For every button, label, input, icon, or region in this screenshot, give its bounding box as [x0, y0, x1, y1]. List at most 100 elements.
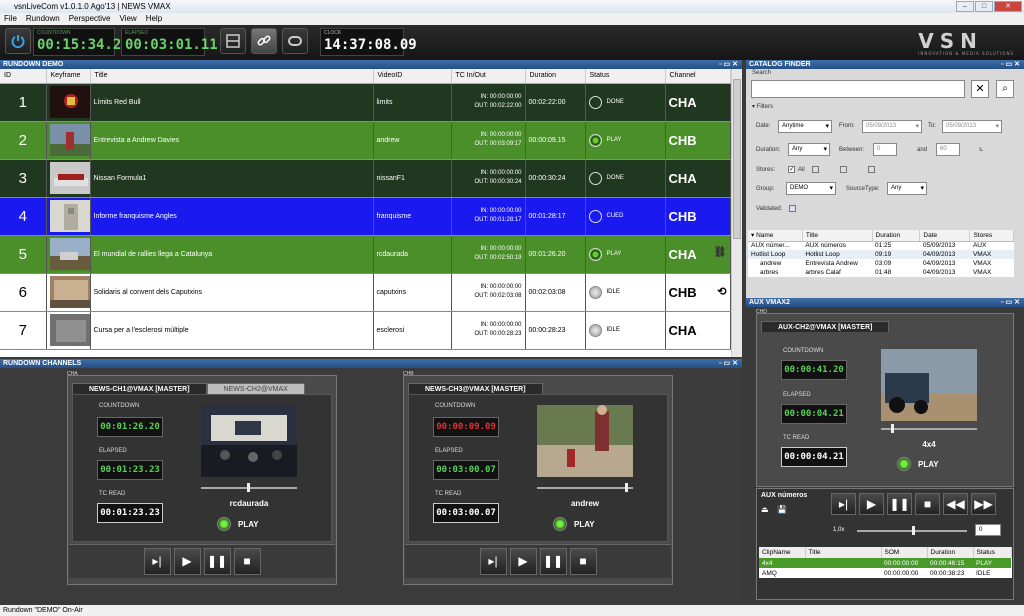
store-checkbox[interactable]	[840, 166, 847, 173]
between-from-input[interactable]: 0	[873, 143, 897, 156]
layout-button[interactable]	[220, 28, 246, 54]
list-item[interactable]: arbres arbres Calaf 01:48 04/09/2013 VMAX	[748, 268, 1014, 277]
menu-view[interactable]: View	[120, 13, 137, 25]
col-som[interactable]: SOM	[881, 547, 928, 558]
menu-rundown[interactable]: Rundown	[26, 13, 60, 25]
slider-handle[interactable]	[625, 483, 628, 492]
col-duration[interactable]: Duration	[872, 230, 921, 242]
store-checkbox[interactable]	[812, 166, 819, 173]
panel-controls[interactable]: ▫▭✕	[719, 60, 740, 69]
channels-header: RUNDOWN CHANNELS ▫▭✕	[0, 359, 742, 368]
search-button[interactable]: ⌕	[996, 80, 1014, 98]
stores-all-checkbox[interactable]: ✓	[788, 166, 795, 173]
save-icon[interactable]: 💾	[777, 505, 787, 514]
menu-perspective[interactable]: Perspective	[69, 13, 111, 25]
next-clip-button[interactable]: ▸|	[479, 548, 507, 575]
fast-forward-button[interactable]: ▶▶	[971, 493, 996, 515]
col-duration[interactable]: Duration	[927, 547, 974, 558]
rundown-scrollbar[interactable]	[731, 69, 742, 357]
col-status[interactable]: Status	[973, 547, 1012, 558]
table-row[interactable]: 5 El mundial de rallies llega a Cataluny…	[0, 235, 731, 274]
col-title[interactable]: Title	[802, 230, 873, 242]
between-to-input[interactable]: 60	[936, 143, 960, 156]
search-input[interactable]	[751, 80, 965, 98]
close-window-button[interactable]: ✕	[994, 1, 1022, 12]
col-title[interactable]: Title	[805, 547, 882, 558]
clear-search-button[interactable]: ✕	[971, 80, 989, 98]
play-button[interactable]: ▶	[859, 493, 884, 515]
position-slider[interactable]	[537, 483, 633, 492]
table-row[interactable]: 4x4 00:00:00:00 00:00:46:15 PLAY	[759, 558, 1011, 568]
table-row[interactable]: 7 Cursa per a l'esclerosi múltiple escle…	[0, 311, 731, 350]
list-item[interactable]: Hotlist Loop Hotlist Loop 09:19 04/09/2013 V…	[748, 250, 1014, 259]
position-slider[interactable]	[881, 424, 977, 433]
list-item[interactable]: andrew Entrevista Andrew 03:09 04/09/2013 VM…	[748, 259, 1014, 268]
group-select[interactable]: DEMO	[786, 182, 836, 195]
tab-news-ch1[interactable]: NEWS-CH1@VMAX [MASTER]	[72, 383, 207, 394]
col-tc[interactable]: TC In/Out	[451, 69, 526, 84]
stop-button[interactable]: ■	[233, 548, 261, 575]
power-button[interactable]	[5, 28, 31, 54]
tab-news-ch2[interactable]: NEWS-CH2@VMAX	[206, 383, 305, 394]
scrollbar-thumb[interactable]	[733, 79, 741, 239]
play-button[interactable]: ▶	[509, 548, 537, 575]
menu-file[interactable]: File	[4, 13, 17, 25]
store-checkbox[interactable]	[868, 166, 875, 173]
slider-handle[interactable]	[891, 424, 894, 433]
duration-select[interactable]: Any	[788, 143, 830, 156]
pause-button[interactable]: ❚❚	[539, 548, 567, 575]
table-row[interactable]: AMQ 00:00:00:00 00:00:38:23 IDLE	[759, 568, 1011, 578]
slider-handle[interactable]	[912, 526, 915, 535]
col-name[interactable]: ▾ Name	[748, 230, 803, 242]
clock-label: CLOCK	[324, 30, 342, 36]
col-date[interactable]: Date	[919, 230, 971, 242]
col-title[interactable]: Title	[90, 69, 374, 84]
link-button[interactable]	[251, 28, 277, 54]
row-status: IDLE	[585, 311, 666, 350]
position-slider[interactable]	[201, 483, 297, 492]
tab-news-ch3[interactable]: NEWS-CH3@VMAX [MASTER]	[408, 383, 543, 394]
stop-button[interactable]: ■	[569, 548, 597, 575]
maximize-button[interactable]: □	[975, 1, 993, 12]
table-row[interactable]: 3 Nissan Formula1 nissanF1 IN: 00:00:00:…	[0, 159, 731, 198]
speed-input[interactable]: 0	[975, 524, 1001, 536]
col-duration[interactable]: Duration	[525, 69, 586, 84]
slider-handle[interactable]	[247, 483, 250, 492]
panel-controls[interactable]: ▫▭✕	[1001, 298, 1022, 307]
panel-controls[interactable]: ▫▭✕	[719, 359, 740, 368]
sourcetype-select[interactable]: Any	[887, 182, 927, 195]
menu-help[interactable]: Help	[146, 13, 162, 25]
next-clip-button[interactable]: ▸|	[831, 493, 856, 515]
col-status[interactable]: Status	[585, 69, 666, 84]
col-keyframe[interactable]: Keyframe	[46, 69, 91, 84]
col-videoid[interactable]: VideoID	[373, 69, 452, 84]
aux-title: AUX VMAX2	[749, 299, 790, 306]
col-channel[interactable]: Channel	[665, 69, 731, 84]
to-date-field[interactable]: 05/09/2013	[942, 120, 1002, 133]
date-select[interactable]: Anytime	[778, 120, 832, 133]
from-date-field[interactable]: 05/09/2013	[862, 120, 922, 133]
next-clip-button[interactable]: ▸|	[143, 548, 171, 575]
minimize-button[interactable]: –	[956, 1, 974, 12]
pause-button[interactable]: ❚❚	[203, 548, 231, 575]
col-id[interactable]: ID	[0, 69, 47, 84]
play-button[interactable]: ▶	[173, 548, 201, 575]
validated-checkbox[interactable]	[789, 205, 796, 212]
loop-button[interactable]	[282, 28, 308, 54]
col-clipname[interactable]: ClipName	[759, 547, 806, 558]
eject-icon[interactable]: ⏏	[761, 505, 769, 514]
tab-aux-ch2[interactable]: AUX-CH2@VMAX [MASTER]	[761, 321, 890, 332]
row-id: 7	[0, 311, 47, 350]
table-row[interactable]: 6 Solidaris al convent dels Caputxins ca…	[0, 273, 731, 312]
panel-controls[interactable]: ▫▭✕	[1001, 60, 1022, 69]
rewind-button[interactable]: ◀◀	[943, 493, 968, 515]
speed-slider[interactable]	[857, 526, 967, 535]
col-stores[interactable]: Stores	[969, 230, 1014, 242]
table-row[interactable]: 1 Límits Red Bull limits IN: 00:00:00:00…	[0, 83, 731, 122]
stop-button[interactable]: ■	[915, 493, 940, 515]
list-item[interactable]: AUX númer... AUX números 01:25 05/09/2013 AU…	[748, 241, 1014, 250]
table-row[interactable]: 2 Entrevista a Andrew Davies andrew IN: …	[0, 121, 731, 160]
pause-button[interactable]: ❚❚	[887, 493, 912, 515]
filters-toggle[interactable]: ▾ Filters	[752, 103, 773, 110]
table-row[interactable]: 4 Informe franquisme Angles franquisme I…	[0, 197, 731, 236]
